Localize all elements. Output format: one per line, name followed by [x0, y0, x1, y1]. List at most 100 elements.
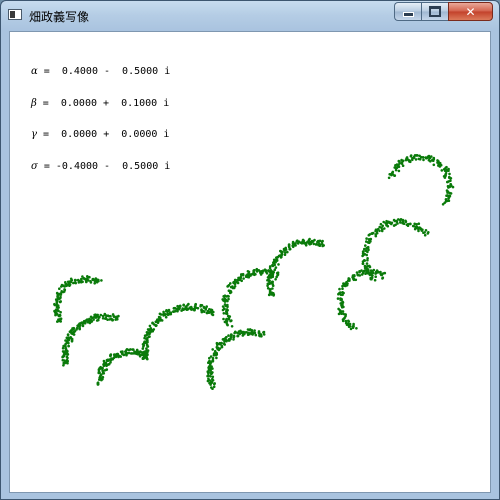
fractal-dot — [225, 319, 229, 323]
fractal-dot — [221, 305, 225, 308]
fractal-dot — [64, 281, 67, 284]
fractal-dot — [374, 234, 378, 238]
fractal-dot — [440, 169, 444, 172]
fractal-dot — [65, 336, 69, 340]
fractal-dot — [248, 328, 252, 331]
app-icon[interactable] — [8, 9, 22, 20]
fractal-dot — [439, 163, 443, 167]
maximize-icon — [429, 6, 441, 17]
fractal-dot — [370, 232, 374, 235]
fractal-dot — [101, 314, 105, 318]
fractal-dot — [229, 336, 233, 339]
fractal-dot — [262, 333, 266, 336]
fractal-dot — [61, 355, 65, 359]
fractal-dot — [448, 185, 452, 189]
fractal-dot — [206, 374, 209, 378]
fractal-dot — [72, 333, 76, 336]
fractal-dot — [88, 317, 91, 321]
fractal-dot — [167, 308, 171, 312]
fractal-dot — [190, 306, 193, 310]
minimize-button[interactable] — [394, 2, 421, 21]
fractal-dot — [143, 334, 147, 338]
fractal-dot — [268, 289, 272, 292]
fractal-dot — [402, 222, 406, 225]
fractal-dot — [163, 312, 167, 316]
fractal-dot — [278, 254, 282, 257]
fractal-dot — [64, 346, 68, 350]
close-button[interactable]: ✕ — [448, 2, 493, 21]
fractal-dot — [211, 313, 215, 317]
fractal-dot — [406, 222, 410, 226]
fractal-dot — [66, 333, 70, 337]
fractal-dot — [206, 370, 210, 374]
fractal-dot — [361, 250, 365, 253]
fractal-dot — [405, 156, 409, 159]
fractal-dot — [155, 324, 158, 327]
fractal-dot — [383, 227, 386, 230]
fractal-dot — [83, 321, 87, 325]
fractal-dot — [54, 309, 57, 313]
fractal-dot — [381, 224, 385, 228]
fractal-dot — [451, 185, 455, 189]
fractal-dot — [148, 335, 151, 338]
fractal-dot — [227, 295, 230, 298]
fractal-dot — [448, 172, 451, 176]
fractal-dot — [430, 155, 433, 158]
fractal-dot — [86, 275, 89, 278]
fractal-dot — [109, 353, 112, 357]
fractal-dot — [222, 342, 226, 346]
fractal-dot — [226, 314, 230, 318]
fractal-dot — [275, 256, 278, 259]
maximize-button[interactable] — [421, 2, 448, 21]
fractal-dot — [270, 270, 274, 274]
fractal-dot — [101, 369, 104, 373]
fractal-dot — [193, 305, 197, 309]
fractal-dot — [286, 250, 289, 254]
fractal-dot — [227, 297, 230, 301]
fractal-dot — [104, 313, 107, 317]
fractal-dot — [53, 302, 56, 306]
fractal-dot — [152, 328, 156, 331]
fractal-dot — [227, 334, 230, 337]
app-window: 畑政義写像 ✕ α = 0.4000 - 0.5000 i β = 0.0000… — [0, 0, 500, 500]
fractal-dot — [418, 154, 421, 158]
fractal-dot — [274, 259, 277, 263]
fractal-dot — [81, 324, 85, 328]
fractal-dot — [362, 270, 365, 274]
fractal-dot — [206, 379, 210, 383]
fractal-dot — [100, 378, 103, 382]
fractal-dot — [156, 318, 160, 322]
title-bar[interactable]: 畑政義写像 ✕ — [1, 1, 499, 31]
fractal-dot — [400, 162, 404, 165]
fractal-dot — [437, 162, 441, 165]
fractal-dot — [358, 274, 362, 277]
fractal-dot — [148, 324, 152, 328]
fractal-dot — [303, 242, 307, 245]
fractal-dot — [59, 317, 63, 321]
fractal-dot — [283, 253, 287, 256]
fractal-dot — [355, 271, 359, 274]
fractal-dot — [366, 245, 370, 249]
fractal-dot — [213, 349, 217, 353]
fractal-dot — [347, 319, 350, 323]
fractal-dot — [64, 349, 67, 353]
fractal-dot — [388, 221, 391, 225]
fractal-dot — [382, 220, 386, 224]
fractal-dot — [368, 273, 372, 277]
fractal-dot — [199, 305, 202, 308]
fractal-dot — [374, 272, 377, 275]
fractal-dot — [296, 239, 299, 242]
fractal-dot — [421, 156, 425, 159]
fractal-dot — [240, 331, 243, 335]
fractal-dot — [210, 386, 213, 389]
fractal-dot — [368, 238, 371, 242]
fractal-dot — [130, 352, 134, 355]
fractal-dot — [417, 157, 421, 161]
fractal-dot — [390, 171, 394, 175]
caption-buttons: ✕ — [394, 2, 493, 22]
fractal-dot — [205, 305, 208, 308]
fractal-dot — [253, 329, 256, 332]
fractal-dot — [211, 377, 214, 381]
fractal-dot — [226, 308, 229, 312]
fractal-dot — [233, 278, 237, 282]
